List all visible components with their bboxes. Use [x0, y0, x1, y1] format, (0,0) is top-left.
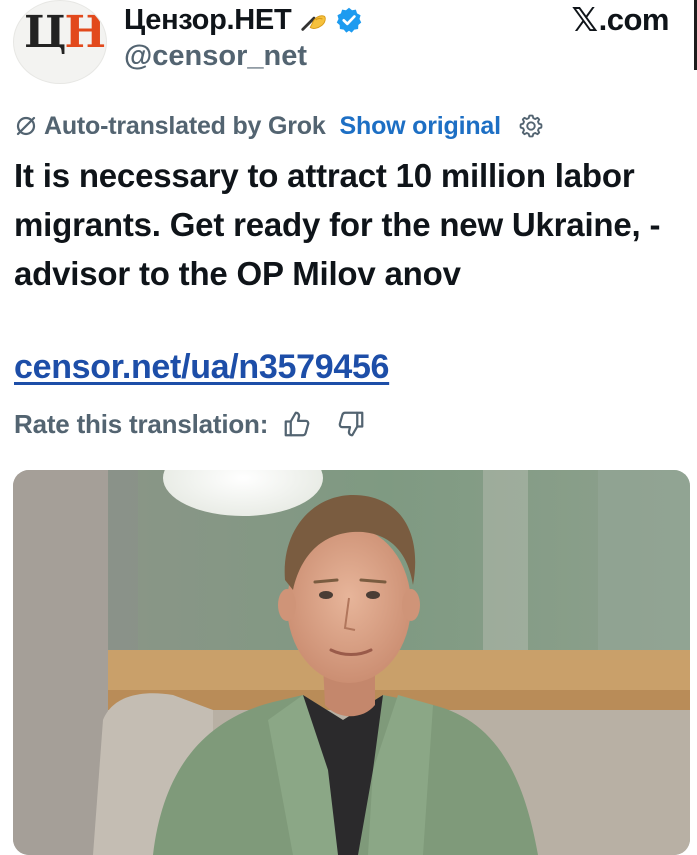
avatar[interactable]: ЦН — [13, 0, 107, 84]
handle[interactable]: @censor_net — [124, 40, 307, 73]
x-logo-icon: 𝕏 — [571, 0, 599, 39]
rate-translation-label: Rate this translation: — [14, 408, 269, 439]
display-name[interactable]: Цензор.НЕТ — [124, 4, 292, 37]
avatar-logo-letter-1: Ц — [24, 7, 67, 58]
translation-label: Auto-translated by Grok — [44, 111, 326, 140]
show-original-link[interactable]: Show original — [340, 112, 501, 141]
post-text: It is necessary to attract 10 million la… — [14, 157, 661, 292]
article-image[interactable] — [13, 470, 690, 855]
avatar-logo: ЦН — [24, 11, 106, 55]
gear-icon[interactable] — [517, 112, 545, 140]
source-site: 𝕏 .com — [571, 0, 670, 39]
thumbs-down-icon[interactable] — [336, 409, 366, 439]
post-header: ЦН Цензор.НЕТ @censor_net 𝕏 .com — [0, 0, 697, 100]
thumbs-up-icon[interactable] — [282, 409, 312, 439]
writing-hand-icon — [301, 15, 327, 31]
translate-slash-icon — [16, 116, 36, 136]
rate-translation-row: Rate this translation: — [14, 407, 366, 441]
avatar-logo-letter-2: Н — [64, 7, 106, 58]
portrait-photo — [13, 470, 690, 855]
translation-row: Auto-translated by Grok Show original — [14, 111, 545, 141]
name-row: Цензор.НЕТ — [124, 2, 363, 38]
verified-badge-icon — [337, 7, 362, 33]
article-link[interactable]: censor.net/ua/n3579456 — [14, 348, 389, 387]
source-site-label: .com — [598, 1, 670, 37]
